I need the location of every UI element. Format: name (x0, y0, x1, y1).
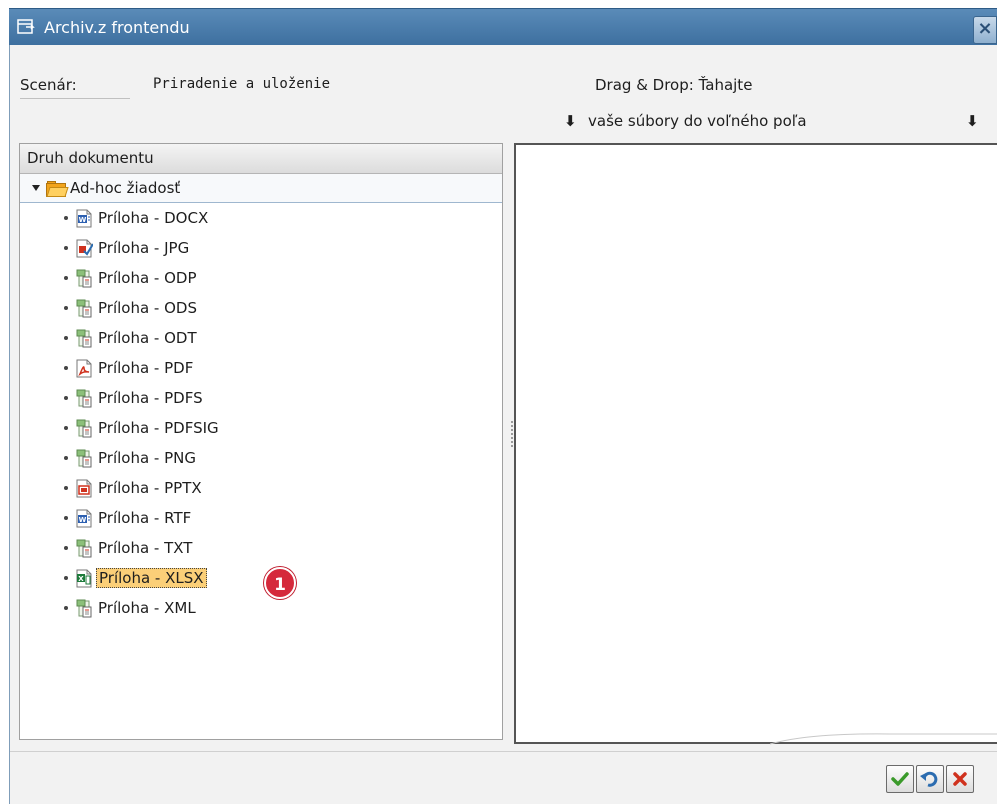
tree-item-label: Príloha - ODP (98, 269, 197, 287)
tree-bullet (64, 486, 68, 490)
tree-item[interactable]: Príloha - ODS (20, 293, 502, 323)
svg-text:W: W (79, 516, 87, 524)
tree-item[interactable]: W Príloha - RTF (20, 503, 502, 533)
tree-bullet (64, 576, 68, 580)
tree-item-label: Príloha - XML (98, 599, 196, 617)
image-document-icon (76, 239, 94, 258)
word-document-icon: W (76, 209, 93, 228)
tree-item-label: Príloha - ODS (98, 299, 197, 317)
tree-bullet (64, 456, 68, 460)
tree-item[interactable]: Príloha - PNG (20, 443, 502, 473)
pdf-document-icon (76, 359, 93, 378)
generic-document-icon (76, 329, 93, 348)
tree-item[interactable]: Príloha - ODT (20, 323, 502, 353)
step-badge: 1 (264, 567, 296, 599)
tree-item-label: Príloha - ODT (98, 329, 197, 347)
tree-item-list: W Príloha - DOCX Príloha - JPG Príloha - OD… (20, 203, 502, 623)
tree-item[interactable]: Príloha - PPTX (20, 473, 502, 503)
excel-document-icon: X (76, 569, 93, 588)
splitter-handle[interactable] (510, 419, 513, 457)
svg-text:X: X (78, 575, 84, 583)
generic-document-icon (76, 419, 93, 438)
generic-document-icon (76, 599, 93, 618)
close-button[interactable]: × (973, 16, 997, 44)
tree-bullet (64, 306, 68, 310)
tree-item[interactable]: Príloha - PDF (20, 353, 502, 383)
tree-item[interactable]: X Príloha - XLSX (20, 563, 502, 593)
tree-bullet (64, 276, 68, 280)
checkmark-icon (891, 772, 909, 786)
tree-root-node[interactable]: Ad-hoc žiadosť (20, 174, 502, 203)
undo-icon (920, 771, 938, 787)
window-titlebar: Archiv.z frontendu × (9, 8, 997, 46)
tree-column-header[interactable]: Druh dokumentu (20, 144, 502, 174)
svg-text:W: W (79, 216, 87, 224)
tree-item[interactable]: Príloha - PDFSIG (20, 413, 502, 443)
generic-document-icon (76, 389, 93, 408)
expand-triangle-icon[interactable] (32, 185, 40, 191)
tree-item-label: Príloha - PPTX (98, 479, 202, 497)
cancel-button[interactable] (946, 765, 974, 793)
tree-item-label: Príloha - PDFSIG (98, 419, 219, 437)
powerpoint-document-icon (76, 479, 93, 498)
tree-item[interactable]: Príloha - PDFS (20, 383, 502, 413)
cancel-x-icon (953, 772, 967, 786)
tree-item-label: Príloha - PDF (98, 359, 194, 377)
dragdrop-line2-text: vaše súbory do voľného poľa (588, 112, 807, 130)
footer-separator (10, 751, 997, 752)
panel-divider-curve (770, 733, 997, 745)
tree-item-label: Príloha - XLSX (96, 568, 207, 588)
tree-item-label: Príloha - PNG (98, 449, 196, 467)
footer-button-group (886, 765, 974, 793)
tree-bullet (64, 516, 68, 520)
file-drop-area[interactable] (514, 143, 997, 744)
word-document-icon: W (76, 509, 93, 528)
dragdrop-instruction-line1: Drag & Drop: Ťahajte (595, 76, 753, 94)
scenario-value: Priradenie a uloženie (153, 76, 331, 92)
tree-bullet (64, 216, 68, 220)
generic-document-icon (76, 269, 93, 288)
tree-item[interactable]: Príloha - JPG (20, 233, 502, 263)
tree-item-label: Príloha - DOCX (98, 209, 209, 227)
generic-document-icon (76, 539, 93, 558)
tree-bullet (64, 396, 68, 400)
confirm-button[interactable] (886, 765, 914, 793)
tree-bullet (64, 366, 68, 370)
tree-item[interactable]: W Príloha - DOCX (20, 203, 502, 233)
generic-document-icon (76, 299, 93, 318)
tree-item[interactable]: Príloha - XML (20, 593, 502, 623)
document-type-tree: Druh dokumentu Ad-hoc žiadosť W Príloha -… (19, 143, 503, 740)
folder-open-icon (46, 181, 69, 197)
window-title: Archiv.z frontendu (44, 18, 190, 37)
tree-item-label: Príloha - PDFS (98, 389, 203, 407)
scenario-label-underline (20, 98, 130, 99)
tree-bullet (64, 426, 68, 430)
tree-bullet (64, 246, 68, 250)
scenario-label: Scenár: (20, 76, 77, 94)
tree-item-label: Príloha - JPG (98, 239, 190, 257)
window-icon (17, 19, 35, 34)
tree-item-label: Príloha - TXT (98, 539, 193, 557)
arrow-down-icon: ⬇ (966, 112, 979, 130)
tree-bullet (64, 546, 68, 550)
tree-bullet (64, 336, 68, 340)
arrow-down-icon: ⬇ (564, 112, 577, 130)
tree-bullet (64, 606, 68, 610)
generic-document-icon (76, 449, 93, 468)
tree-item-label: Príloha - RTF (98, 509, 192, 527)
tree-item[interactable]: Príloha - TXT (20, 533, 502, 563)
dialog-body: Scenár: Priradenie a uloženie Drag & Dro… (9, 45, 997, 804)
undo-button[interactable] (916, 765, 944, 793)
dragdrop-instruction-line2: ⬇ vaše súbory do voľného poľa (564, 112, 807, 130)
tree-root-label: Ad-hoc žiadosť (70, 179, 181, 197)
tree-item[interactable]: Príloha - ODP (20, 263, 502, 293)
